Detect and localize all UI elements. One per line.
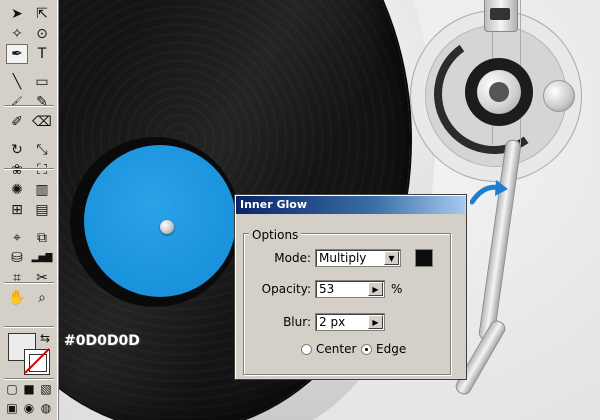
record-label (84, 145, 236, 297)
pencil-tool-icon[interactable]: ✎ (31, 92, 53, 112)
mode-label: Mode: (274, 251, 311, 265)
slice-tool-icon[interactable]: ✂ (31, 268, 53, 288)
options-group-label: Options (249, 228, 302, 242)
opacity-field[interactable]: 53 ▶ (315, 280, 385, 298)
record-spindle (160, 220, 174, 234)
full-screen-mode-icon[interactable]: ◍ (38, 400, 54, 416)
opacity-label: Opacity: (261, 282, 311, 296)
none-mode-icon[interactable]: ▧ (38, 381, 54, 397)
normal-screen-mode-icon[interactable]: ▣ (4, 400, 20, 416)
hand-tool-icon[interactable]: ✋ (6, 288, 28, 308)
free-transform-tool-icon[interactable]: ⛶ (31, 160, 53, 180)
blur-field[interactable]: 2 px ▶ (315, 313, 385, 331)
edge-radio[interactable] (361, 344, 372, 355)
artboard-tool-icon[interactable]: ⌗ (6, 268, 28, 288)
blur-value: 2 px (319, 315, 346, 329)
mesh-tool-icon[interactable]: ⊞ (6, 200, 28, 220)
tonearm-counterweight (543, 80, 575, 112)
gradient-mode-icon[interactable]: ■ (21, 381, 37, 397)
rectangle-tool-icon[interactable]: ▭ (31, 72, 53, 92)
pen-tool-icon[interactable]: ✒ (6, 44, 28, 64)
swatch-hex-label: #0D0D0D (64, 333, 140, 349)
swap-fill-stroke-icon[interactable]: ⇆ (36, 330, 54, 346)
center-radio[interactable] (301, 344, 312, 355)
tools-divider (4, 326, 54, 328)
eyedropper-tool-icon[interactable]: ⌖ (6, 228, 28, 248)
lasso-tool-icon[interactable]: ⊙ (31, 24, 53, 44)
mode-dropdown[interactable]: Multiply ▼ (315, 249, 401, 267)
tools-panel: ➤ ⇱ ✧ ⊙ ✒ T ╲ ▭ 🖌 ✎ ✐ ⌫ ↻ ⤡ ❀ ⛶ ✺ ▥ ⊞ ▤ ⌖ ⧉ ⛁ ▂▅▇ ⌗ ✂ ✋ ⌕ ⇆ ▢ ■ ▧ ▣… (0, 0, 59, 420)
edge-radio-label[interactable]: Edge (376, 342, 406, 356)
eraser-tool-icon[interactable]: ⌫ (31, 112, 53, 132)
zoom-tool-icon[interactable]: ⌕ (31, 288, 53, 308)
paintbrush-tool-icon[interactable]: 🖌 (6, 92, 28, 112)
symbol-sprayer-tool-icon[interactable]: ✺ (6, 180, 28, 200)
mode-dropdown-value: Multiply (319, 251, 367, 265)
line-segment-tool-icon[interactable]: ╲ (6, 72, 28, 92)
chevron-right-icon[interactable]: ▶ (368, 315, 383, 329)
chevron-down-icon[interactable]: ▼ (384, 251, 399, 265)
opacity-unit: % (391, 282, 403, 296)
pointer-arrow-icon (470, 180, 508, 205)
inner-glow-dialog: Inner Glow Options Mode: Multiply ▼ Opac… (234, 194, 467, 380)
tonearm-pivot-core (489, 82, 509, 102)
tools-divider (4, 378, 54, 380)
blur-label: Blur: (283, 315, 311, 329)
magic-wand-tool-icon[interactable]: ✧ (6, 24, 28, 44)
tools-divider (4, 168, 54, 170)
bar-graph-tool-icon[interactable]: ▂▅▇ (31, 248, 53, 268)
warp-tool-icon[interactable]: ❀ (6, 160, 28, 180)
rotate-tool-icon[interactable]: ↻ (6, 140, 28, 160)
column-graph-tool-icon[interactable]: ▥ (31, 180, 53, 200)
gradient-tool-icon[interactable]: ▤ (31, 200, 53, 220)
type-tool-icon[interactable]: T (31, 44, 53, 64)
chevron-right-icon[interactable]: ▶ (368, 282, 383, 296)
color-mode-icon[interactable]: ▢ (4, 381, 20, 397)
glow-color-swatch[interactable] (415, 249, 433, 267)
opacity-value: 53 (319, 282, 335, 296)
tools-divider (4, 105, 54, 107)
dialog-titlebar[interactable]: Inner Glow (236, 196, 465, 214)
center-radio-label[interactable]: Center (316, 342, 356, 356)
direct-selection-tool-icon[interactable]: ⇱ (31, 4, 53, 24)
tonearm-rest-clip (490, 8, 510, 20)
tools-divider (4, 282, 54, 284)
selection-tool-icon[interactable]: ➤ (6, 4, 28, 24)
dialog-title: Inner Glow (240, 198, 307, 211)
full-screen-menu-mode-icon[interactable]: ◉ (21, 400, 37, 416)
live-paint-bucket-tool-icon[interactable]: ⛁ (6, 248, 28, 268)
scale-tool-icon[interactable]: ⤡ (31, 140, 53, 160)
blob-brush-tool-icon[interactable]: ✐ (6, 112, 28, 132)
blend-tool-icon[interactable]: ⧉ (31, 228, 53, 248)
